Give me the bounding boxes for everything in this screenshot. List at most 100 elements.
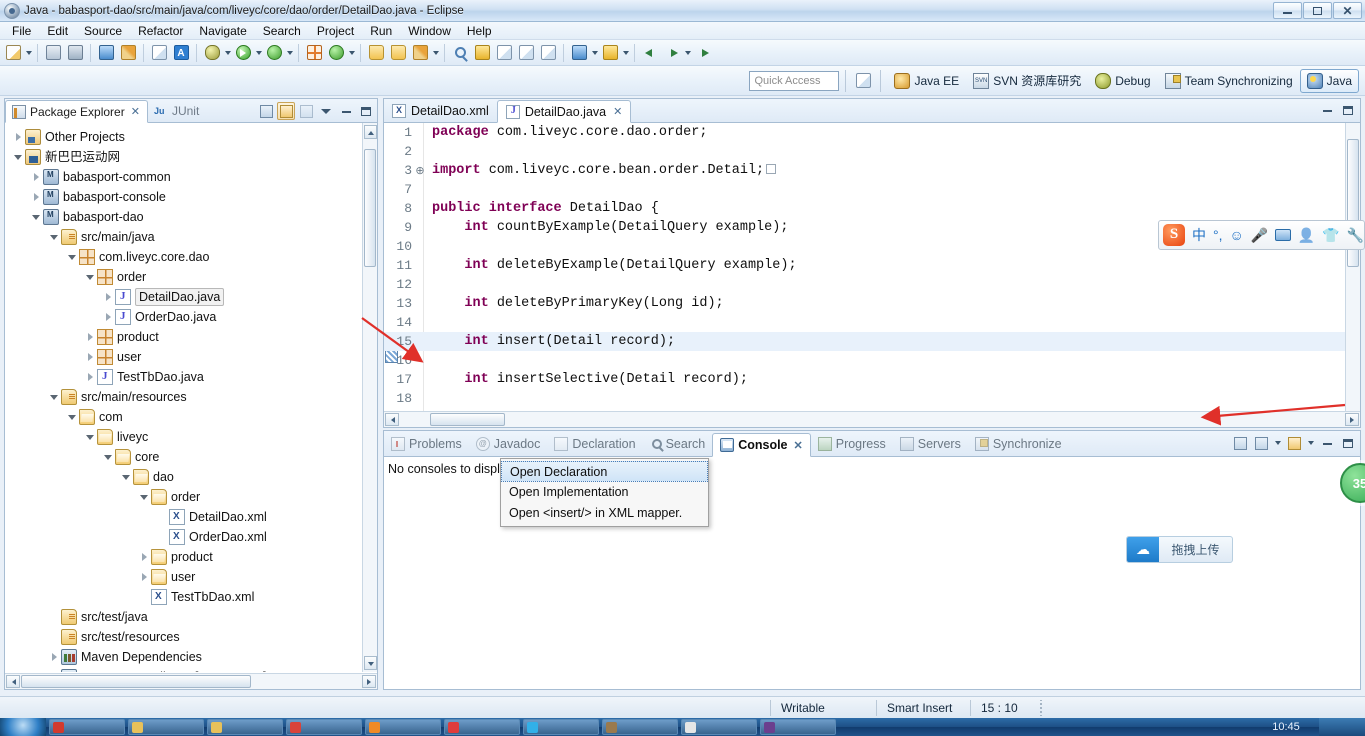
project-tree[interactable]: Other Projects 新巴巴运动网 babasport-common baba… bbox=[5, 123, 377, 672]
tree-item-jre-system-library-javase-1-8[interactable]: JRE System Library [JavaSE-1.8] bbox=[5, 667, 377, 672]
tree-item-babasport-dao[interactable]: babasport-dao bbox=[5, 207, 377, 227]
pencil-dropdown-chevron-down-icon[interactable] bbox=[431, 43, 440, 63]
voice-input-icon[interactable]: 🎤 bbox=[1251, 227, 1268, 244]
scroll-left-icon[interactable] bbox=[6, 675, 20, 688]
tree-item-com-liveyc-core-dao[interactable]: com.liveyc.core.dao bbox=[5, 247, 377, 267]
perspective-java-ee[interactable]: Java EE bbox=[887, 69, 966, 93]
close-icon[interactable]: ✕ bbox=[794, 439, 803, 452]
refresh-dropdown-chevron-down-icon[interactable] bbox=[347, 43, 356, 63]
menu-item-open-in-xml-mapper[interactable]: Open <insert/> in XML mapper. bbox=[501, 503, 708, 524]
tree-item-testtbdao-xml[interactable]: TestTbDao.xml bbox=[5, 587, 377, 607]
taskbar-item-7[interactable] bbox=[523, 719, 599, 735]
tree-item-src-test-resources[interactable]: src/test/resources bbox=[5, 627, 377, 647]
refresh-icon[interactable] bbox=[326, 43, 346, 63]
skip-icon[interactable] bbox=[494, 43, 514, 63]
tree-item-liveyc[interactable]: liveyc bbox=[5, 427, 377, 447]
minimize-view-icon[interactable] bbox=[1318, 434, 1336, 452]
minimize-view-icon[interactable] bbox=[1318, 101, 1336, 119]
expand-arrow-down-icon[interactable] bbox=[47, 390, 61, 404]
taskbar-item-8[interactable] bbox=[602, 719, 678, 735]
expand-arrow-right-icon[interactable] bbox=[47, 670, 61, 672]
collapse-all-icon[interactable] bbox=[257, 102, 275, 120]
user-account-icon[interactable]: 👤 bbox=[1298, 227, 1315, 244]
tree-item-testtbdao-java[interactable]: TestTbDao.java bbox=[5, 367, 377, 387]
code-line-16[interactable]: 16 bbox=[384, 351, 1345, 370]
close-button[interactable]: ✕ bbox=[1333, 2, 1362, 19]
tree-item-src-test-java[interactable]: src/test/java bbox=[5, 607, 377, 627]
skin-icon[interactable]: 👕 bbox=[1322, 227, 1339, 244]
code-line-13[interactable]: 13 int deleteByPrimaryKey(Long id); bbox=[384, 294, 1345, 313]
menu-source[interactable]: Source bbox=[76, 22, 130, 40]
taskbar-item-9[interactable] bbox=[681, 719, 757, 735]
prev-annotation-chevron-down-icon[interactable] bbox=[621, 43, 630, 63]
status-resize-handle[interactable] bbox=[1039, 699, 1045, 716]
outline-icon[interactable] bbox=[516, 43, 536, 63]
taskbar-item-3[interactable] bbox=[207, 719, 283, 735]
coverage-icon[interactable] bbox=[264, 43, 284, 63]
new-dropdown-chevron-down-icon[interactable] bbox=[24, 43, 33, 63]
open-console-icon[interactable] bbox=[1231, 434, 1249, 452]
save-all-icon[interactable] bbox=[65, 43, 85, 63]
language-mode-icon[interactable]: 中 bbox=[1192, 225, 1206, 245]
taskbar-item-4[interactable] bbox=[286, 719, 362, 735]
menu-navigate[interactable]: Navigate bbox=[191, 22, 254, 40]
tab-progress[interactable]: Progress bbox=[811, 432, 893, 456]
context-menu[interactable]: Open Declaration Open Implementation Ope… bbox=[500, 458, 709, 527]
expand-arrow-right-icon[interactable] bbox=[29, 170, 43, 184]
console-chevron-down-icon[interactable] bbox=[1273, 433, 1282, 453]
view-menu-icon[interactable] bbox=[317, 102, 335, 120]
menu-window[interactable]: Window bbox=[400, 22, 459, 40]
menu-item-open-implementation[interactable]: Open Implementation bbox=[501, 482, 708, 503]
maximize-view-icon[interactable] bbox=[1339, 434, 1357, 452]
code-line-18[interactable]: 18 bbox=[384, 389, 1345, 408]
code-line-12[interactable]: 12 bbox=[384, 275, 1345, 294]
tree-item-orderdao-java[interactable]: OrderDao.java bbox=[5, 307, 377, 327]
expand-arrow-right-icon[interactable] bbox=[101, 290, 115, 304]
search-icon[interactable] bbox=[450, 43, 470, 63]
next-annotation-chevron-down-icon[interactable] bbox=[590, 43, 599, 63]
code-line-2[interactable]: 2 bbox=[384, 142, 1345, 161]
tree-item-com[interactable]: com bbox=[5, 407, 377, 427]
expand-arrow-down-icon[interactable] bbox=[101, 450, 115, 464]
sogou-logo-icon[interactable]: S bbox=[1163, 224, 1185, 246]
open-task-icon[interactable] bbox=[388, 43, 408, 63]
code-line-1[interactable]: 1 package com.liveyc.core.dao.order; bbox=[384, 123, 1345, 142]
perspective-svn[interactable]: SVN SVN 资源库研究 bbox=[966, 69, 1088, 93]
expand-arrow-right-icon[interactable] bbox=[83, 350, 97, 364]
tree-horizontal-scrollbar[interactable] bbox=[5, 673, 377, 689]
quick-access-input[interactable]: Quick Access bbox=[749, 70, 840, 91]
ruler-icon[interactable] bbox=[538, 43, 558, 63]
perspective-debug[interactable]: Debug bbox=[1088, 69, 1157, 93]
sogou-ime-toolbar[interactable]: S 中 °, ☺ 🎤 👤 👕 🔧 bbox=[1158, 220, 1365, 250]
tree-item-core[interactable]: core bbox=[5, 447, 377, 467]
code-line-17[interactable]: 17 int insertSelective(Detail record); bbox=[384, 370, 1345, 389]
scroll-thumb[interactable] bbox=[364, 149, 376, 267]
tree-item-orderdao-xml[interactable]: OrderDao.xml bbox=[5, 527, 377, 547]
tree-item-product[interactable]: product bbox=[5, 547, 377, 567]
run-dropdown-chevron-down-icon[interactable] bbox=[254, 43, 263, 63]
drag-upload-widget[interactable]: ☁ 拖拽上传 bbox=[1126, 536, 1233, 563]
letter-a-icon[interactable]: A bbox=[171, 43, 191, 63]
java-project-icon[interactable] bbox=[149, 43, 169, 63]
close-icon[interactable]: ✕ bbox=[131, 105, 140, 118]
tree-item-src-main-resources[interactable]: src/main/resources bbox=[5, 387, 377, 407]
editor-vertical-scrollbar[interactable] bbox=[1345, 123, 1360, 411]
start-button[interactable] bbox=[0, 718, 46, 736]
pen-strike-icon[interactable] bbox=[118, 43, 138, 63]
expand-arrow-right-icon[interactable] bbox=[11, 130, 25, 144]
expand-arrow-right-icon[interactable] bbox=[29, 190, 43, 204]
menu-help[interactable]: Help bbox=[459, 22, 500, 40]
coverage-dropdown-chevron-down-icon[interactable] bbox=[285, 43, 294, 63]
maximize-view-icon[interactable] bbox=[357, 102, 375, 120]
code-line-8[interactable]: 8 public interface DetailDao { bbox=[384, 199, 1345, 218]
tab-detaildao-java[interactable]: DetailDao.java ✕ bbox=[496, 100, 632, 123]
code-line-3[interactable]: 3 ⊕ import com.liveyc.core.bean.order.Deta… bbox=[384, 161, 1345, 180]
tree-item-babasport-common[interactable]: babasport-common bbox=[5, 167, 377, 187]
expand-arrow-down-icon[interactable] bbox=[29, 210, 43, 224]
fold-expand-icon[interactable]: ⊕ bbox=[414, 164, 426, 178]
code-line-15[interactable]: 15 int insert(Detail record); bbox=[384, 332, 1345, 351]
code-lines[interactable]: 1 package com.liveyc.core.dao.order; 2 3 ⊕ im… bbox=[384, 123, 1345, 411]
back-arrow-icon[interactable] bbox=[640, 43, 660, 63]
minimize-view-icon[interactable] bbox=[337, 102, 355, 120]
tab-detaildao-xml[interactable]: DetailDao.xml bbox=[384, 99, 497, 122]
